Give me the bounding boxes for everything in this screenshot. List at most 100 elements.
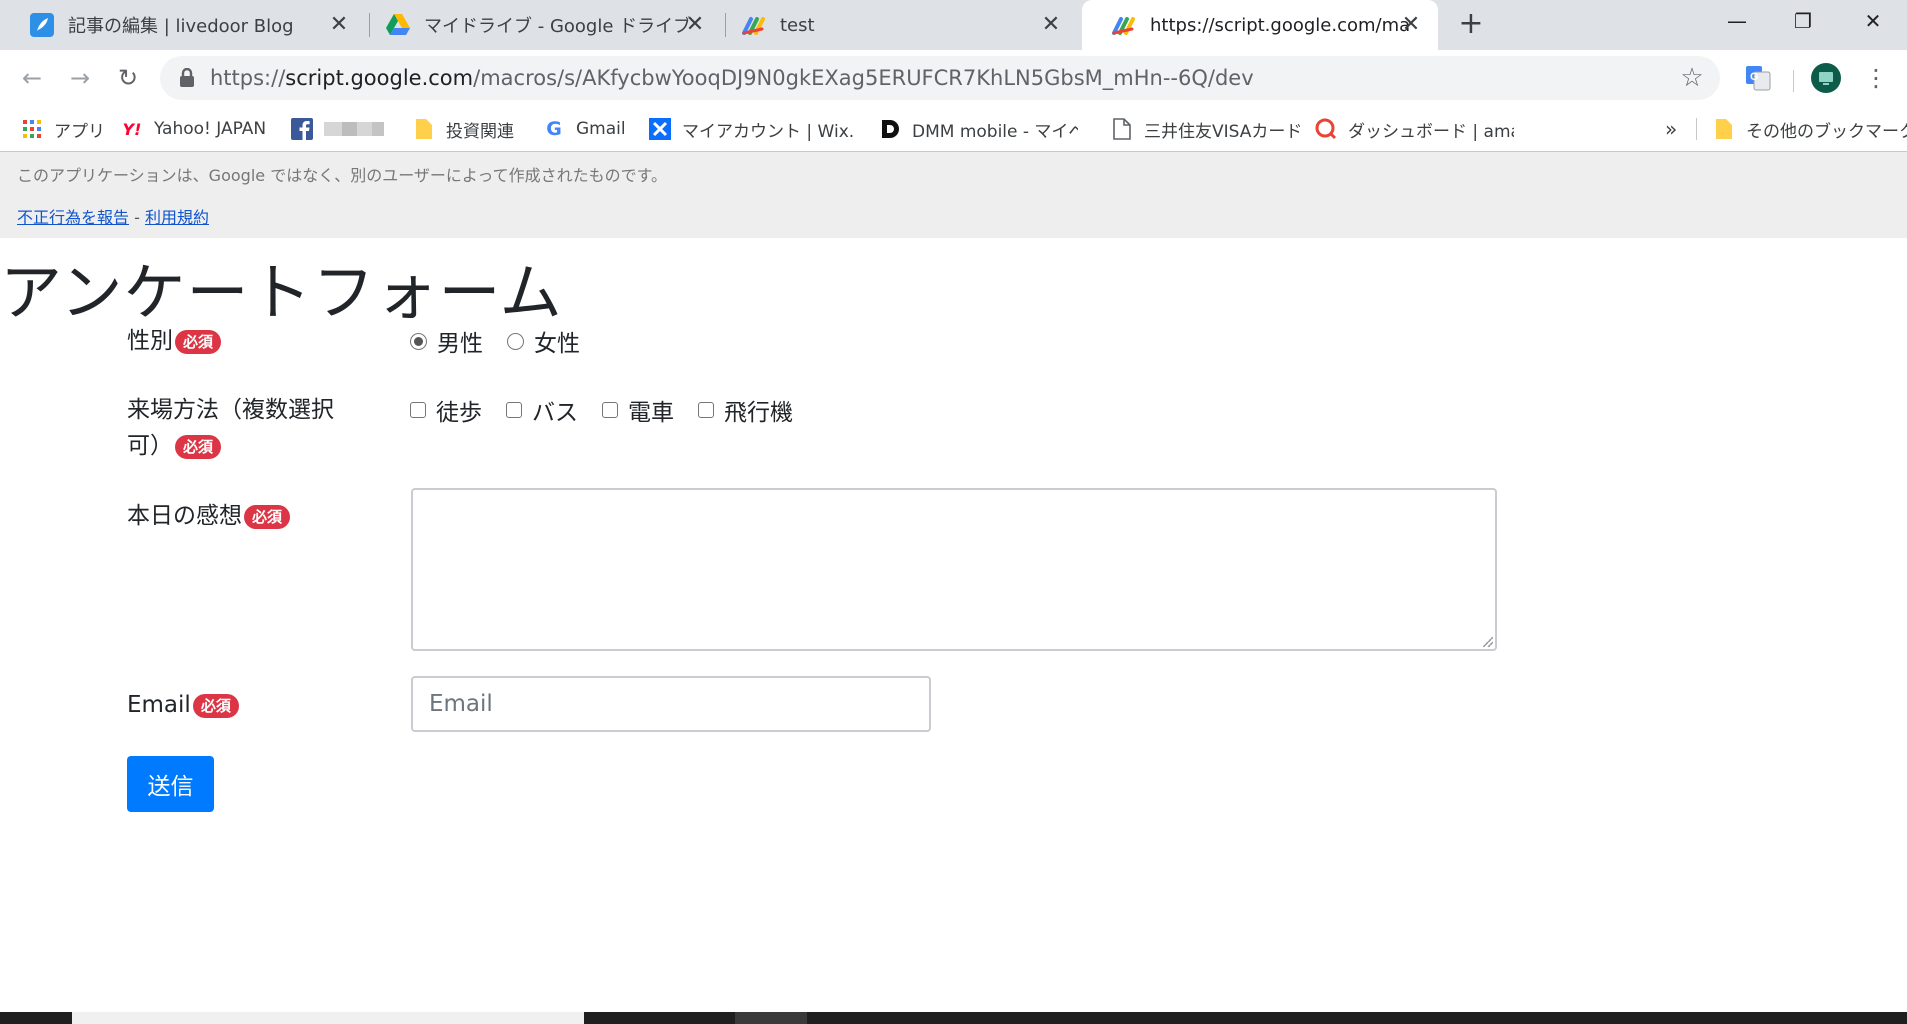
google-translate-icon[interactable]: G xyxy=(1742,62,1774,94)
impression-textarea[interactable] xyxy=(411,488,1497,651)
link-separator: - xyxy=(129,208,145,227)
bookmark-apps[interactable]: アプリ xyxy=(20,106,110,152)
google-icon: G xyxy=(546,118,562,140)
bookmark-gmail[interactable]: G Gmail xyxy=(542,106,642,152)
bookmark-dmm[interactable]: DMM mobile - マイペ xyxy=(878,106,1078,152)
reload-icon[interactable]: ↻ xyxy=(108,58,148,98)
checkbox-airplane[interactable] xyxy=(698,402,714,418)
yahoo-icon: Y! xyxy=(122,119,142,139)
submit-button[interactable]: 送信 xyxy=(127,756,214,812)
close-icon[interactable]: ✕ xyxy=(326,12,352,38)
terms-link[interactable]: 利用規約 xyxy=(145,208,209,227)
checkbox-bus[interactable] xyxy=(506,402,522,418)
page-title: アンケートフォーム xyxy=(0,256,563,329)
required-badge: 必須 xyxy=(192,693,239,718)
transport-option-bus[interactable]: バス xyxy=(506,393,578,427)
gender-options: 男性 女性 xyxy=(410,323,604,359)
apps-script-icon xyxy=(1112,13,1136,37)
impression-label-text: 本日の感想 xyxy=(127,503,242,529)
url-path: /macros/s/AKfycbwYooqDJ9N0gkEXag5ERUFCR7… xyxy=(473,66,1254,90)
tab-livedoor[interactable]: 記事の編集 | livedoor Blog ✕ xyxy=(0,0,366,50)
feather-icon xyxy=(30,13,54,37)
gender-option-male[interactable]: 男性 xyxy=(410,324,483,358)
transport-option-train[interactable]: 電車 xyxy=(602,393,674,427)
option-label: 男性 xyxy=(437,331,483,357)
tab-title: マイドライブ - Google ドライブ xyxy=(424,16,692,37)
bookmark-facebook[interactable] xyxy=(290,106,400,152)
bookmark-label: その他のブックマーク xyxy=(1746,121,1907,142)
gender-label: 性別 必須 xyxy=(127,323,222,359)
required-badge: 必須 xyxy=(175,434,222,459)
close-icon[interactable]: ✕ xyxy=(1038,12,1064,38)
tab-strip: 記事の編集 | livedoor Blog ✕ マイドライブ - Google … xyxy=(0,0,1907,50)
profile-avatar[interactable] xyxy=(1810,62,1842,94)
new-tab-button[interactable]: + xyxy=(1455,9,1487,41)
bookmark-label: DMM mobile - マイペ xyxy=(912,121,1078,142)
banner-notice: このアプリケーションは、Google ではなく、別のユーザーによって作成されたも… xyxy=(17,166,667,185)
transport-option-airplane[interactable]: 飛行機 xyxy=(698,393,793,427)
restore-icon[interactable]: ❐ xyxy=(1770,0,1836,42)
email-input[interactable] xyxy=(411,676,931,732)
checkbox-train[interactable] xyxy=(602,402,618,418)
close-icon[interactable]: ✕ xyxy=(1398,12,1424,38)
bookmark-folder-investment[interactable]: 投資関連 xyxy=(412,106,532,152)
transport-option-walk[interactable]: 徒歩 xyxy=(410,393,482,427)
window-close-icon[interactable]: ✕ xyxy=(1840,0,1906,42)
url-text[interactable]: https://script.google.com/macros/s/AKfyc… xyxy=(210,56,1254,100)
bookmark-yahoo[interactable]: Y! Yahoo! JAPAN xyxy=(120,106,280,152)
close-icon[interactable]: ✕ xyxy=(682,12,708,38)
transport-label-line1: 来場方法（複数選択 xyxy=(127,397,334,423)
option-label: 電車 xyxy=(628,400,674,426)
bookmark-label: 投資関連 xyxy=(446,121,514,142)
required-badge: 必須 xyxy=(244,504,291,529)
tab-test[interactable]: test ✕ xyxy=(712,0,1078,50)
bookmark-wix[interactable]: マイアカウント | Wix.com xyxy=(648,106,854,152)
resize-grip-icon[interactable] xyxy=(1483,637,1493,647)
bookmark-amazon-dashboard[interactable]: ダッシュボード | amazon xyxy=(1314,106,1514,152)
bookmark-smbc-visa[interactable]: 三井住友VISAカード xyxy=(1110,106,1300,152)
transport-options: 徒歩 バス 電車 飛行機 xyxy=(410,392,817,428)
tab-google-drive[interactable]: マイドライブ - Google ドライブ ✕ xyxy=(356,0,722,50)
report-abuse-link[interactable]: 不正行為を報告 xyxy=(17,208,129,227)
search-circle-icon xyxy=(1314,117,1338,141)
forward-arrow-icon[interactable]: → xyxy=(60,58,100,98)
apps-script-warning-banner: このアプリケーションは、Google ではなく、別のユーザーによって作成されたも… xyxy=(0,152,1907,238)
back-arrow-icon[interactable]: ← xyxy=(12,58,52,98)
taskbar-active-app[interactable] xyxy=(735,1012,807,1024)
bookmark-label: アプリ xyxy=(54,121,105,142)
facebook-icon xyxy=(290,117,314,141)
impression-label: 本日の感想 必須 xyxy=(127,498,291,534)
tab-title: test xyxy=(780,14,815,36)
gender-label-text: 性別 xyxy=(127,328,173,354)
blurred-label xyxy=(324,122,384,136)
checkbox-walk[interactable] xyxy=(410,402,426,418)
minimize-icon[interactable]: — xyxy=(1704,0,1770,42)
required-badge: 必須 xyxy=(175,329,222,354)
url-scheme: https:// xyxy=(210,66,286,90)
transport-label-line2: 可） xyxy=(127,433,173,459)
email-label-text: Email xyxy=(127,692,191,718)
page-icon xyxy=(1110,117,1134,141)
radio-male[interactable] xyxy=(410,332,427,350)
menu-kebab-icon[interactable]: ⋮ xyxy=(1860,62,1892,94)
folder-icon xyxy=(1712,117,1736,141)
tab-apps-script-active[interactable]: https://script.google.com/macros/s/AKfyc… xyxy=(1082,0,1438,50)
address-bar[interactable]: https://script.google.com/macros/s/AKfyc… xyxy=(160,56,1720,100)
dmm-icon xyxy=(878,117,902,141)
bookmark-label: ダッシュボード | amazon xyxy=(1348,121,1514,142)
radio-female[interactable] xyxy=(507,332,524,350)
email-label: Email 必須 xyxy=(127,687,239,723)
browser-toolbar: ← → ↻ https://script.google.com/macros/s… xyxy=(0,50,1907,106)
bookmark-other-folder[interactable]: その他のブックマーク xyxy=(1712,106,1907,152)
chevron-double-icon: » xyxy=(1665,117,1678,141)
bookmark-star-icon[interactable]: ☆ xyxy=(1678,64,1706,92)
gender-option-female[interactable]: 女性 xyxy=(507,324,580,358)
bookmark-label: 三井住友VISAカード xyxy=(1144,121,1300,142)
option-label: 女性 xyxy=(534,331,580,357)
apps-script-icon xyxy=(742,13,766,37)
banner-links: 不正行為を報告 - 利用規約 xyxy=(17,204,209,228)
transport-label: 来場方法（複数選択 可） 必須 xyxy=(127,392,334,464)
taskbar-search-box[interactable] xyxy=(72,1012,584,1024)
apps-grid-icon xyxy=(20,117,44,141)
bookmarks-overflow-button[interactable]: » xyxy=(1665,106,1685,152)
